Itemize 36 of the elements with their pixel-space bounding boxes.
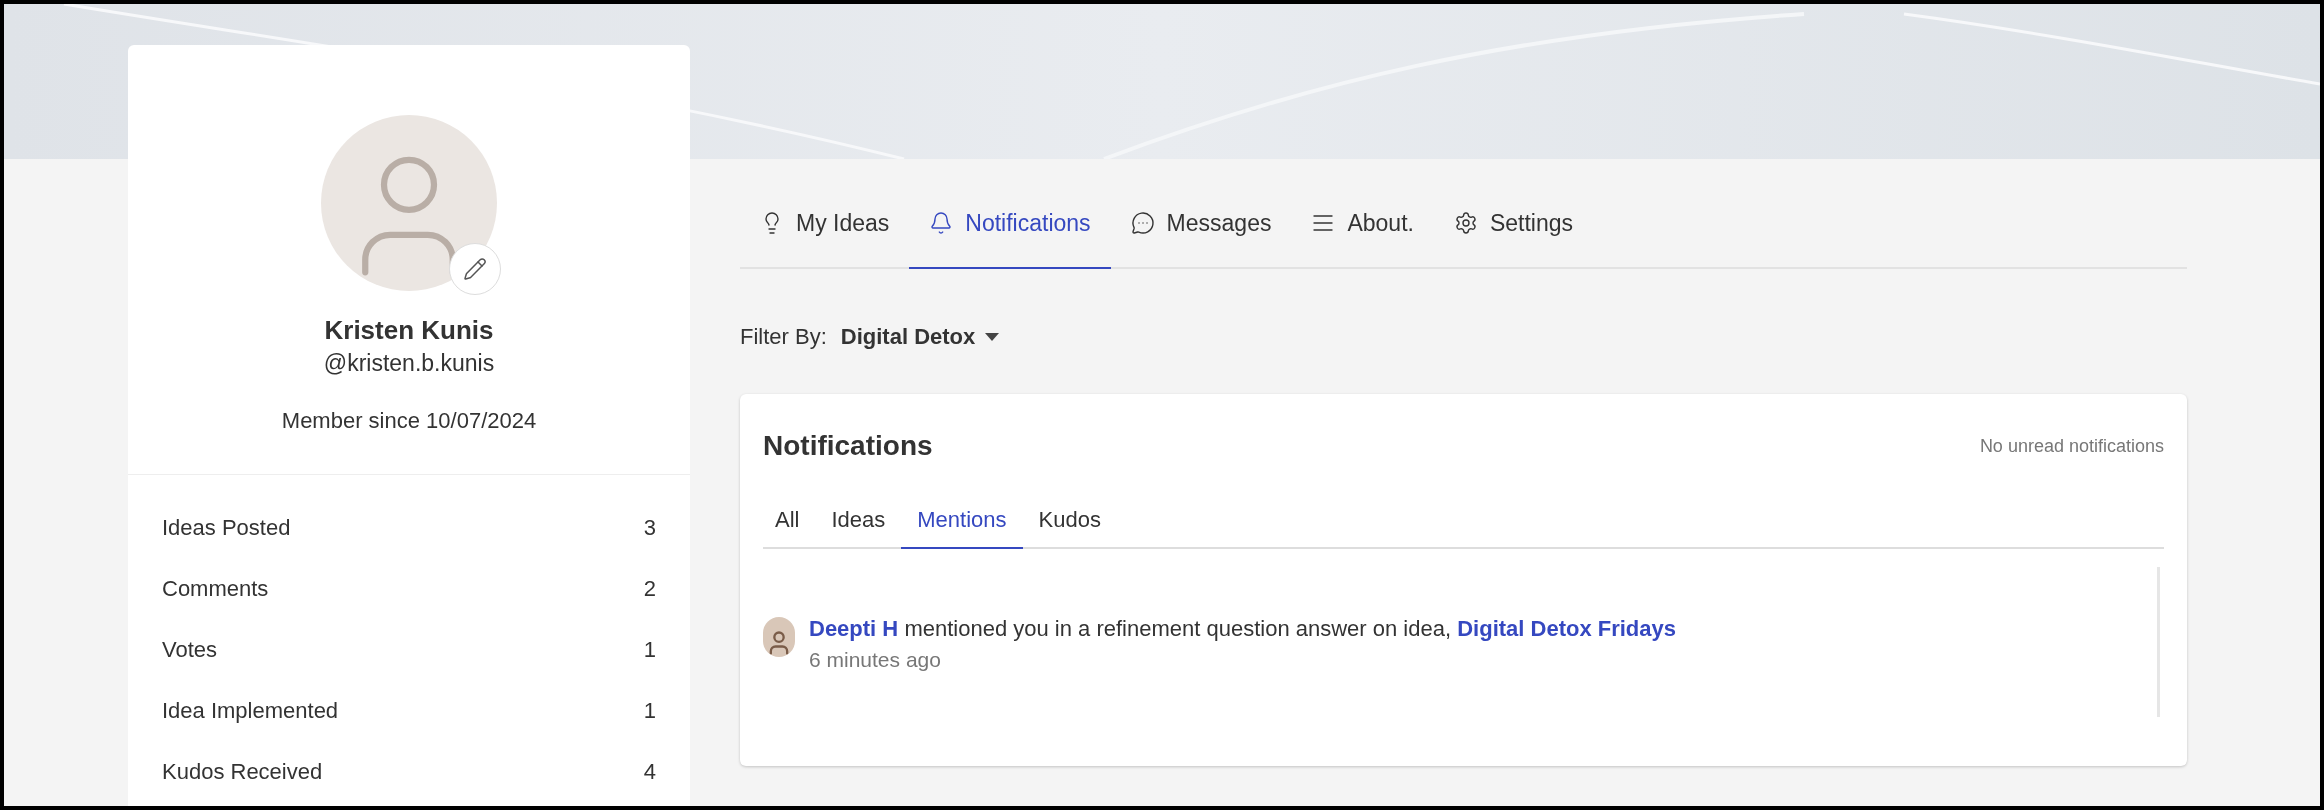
- card-title: Notifications: [763, 429, 933, 463]
- profile-tab[interactable]: Messages: [1110, 179, 1292, 269]
- profile-handle: @kristen.b.kunis: [323, 349, 495, 378]
- pencil-icon: [463, 257, 487, 281]
- stat-value: 3: [643, 514, 656, 542]
- settings-icon: [1453, 211, 1478, 235]
- stat-value: 1: [643, 636, 656, 664]
- author-link[interactable]: Deepti H: [809, 616, 899, 641]
- member-since-text: Member since 10/07/2024: [281, 407, 537, 435]
- stat-value: 4: [643, 758, 656, 786]
- caret-icon: [985, 332, 1000, 341]
- notification-text: Deepti H mentioned you in a refinement question answer on idea, Digital Detox Fridays: [809, 615, 1677, 643]
- stat-value: 2: [643, 575, 656, 603]
- stat-label: Kudos Received: [162, 758, 323, 786]
- notification-tab[interactable]: Ideas: [815, 491, 902, 549]
- profile-tab[interactable]: My Ideas: [740, 179, 910, 269]
- notification-time: 6 minutes ago: [809, 647, 942, 673]
- stat-label: Comments: [162, 575, 269, 603]
- profile-name: Kristen Kunis: [324, 314, 494, 347]
- profile-tab[interactable]: Notifications: [909, 179, 1111, 269]
- profile-tab[interactable]: About.: [1291, 179, 1434, 269]
- bell-icon: [929, 211, 954, 235]
- notification-tab[interactable]: Mentions: [901, 491, 1023, 549]
- idea-link[interactable]: Digital Detox Fridays: [1457, 616, 1677, 641]
- profile-tab[interactable]: Settings: [1433, 179, 1594, 269]
- stat-label: Votes: [162, 636, 218, 664]
- stat-label: Idea Implemented: [162, 697, 339, 725]
- unread-status: No unread notifications: [1979, 434, 2164, 458]
- chat-bubble-icon: [1130, 211, 1155, 235]
- filter-dropdown[interactable]: Digital Detox: [840, 320, 1000, 353]
- filter-label: Filter By:: [740, 323, 827, 351]
- stat-label: Ideas Posted: [162, 514, 291, 542]
- stat-value: 1: [643, 697, 656, 725]
- notification-tab[interactable]: Kudos: [1022, 491, 1117, 549]
- edit-avatar-button[interactable]: [449, 243, 501, 295]
- notification-tab[interactable]: All: [763, 491, 816, 549]
